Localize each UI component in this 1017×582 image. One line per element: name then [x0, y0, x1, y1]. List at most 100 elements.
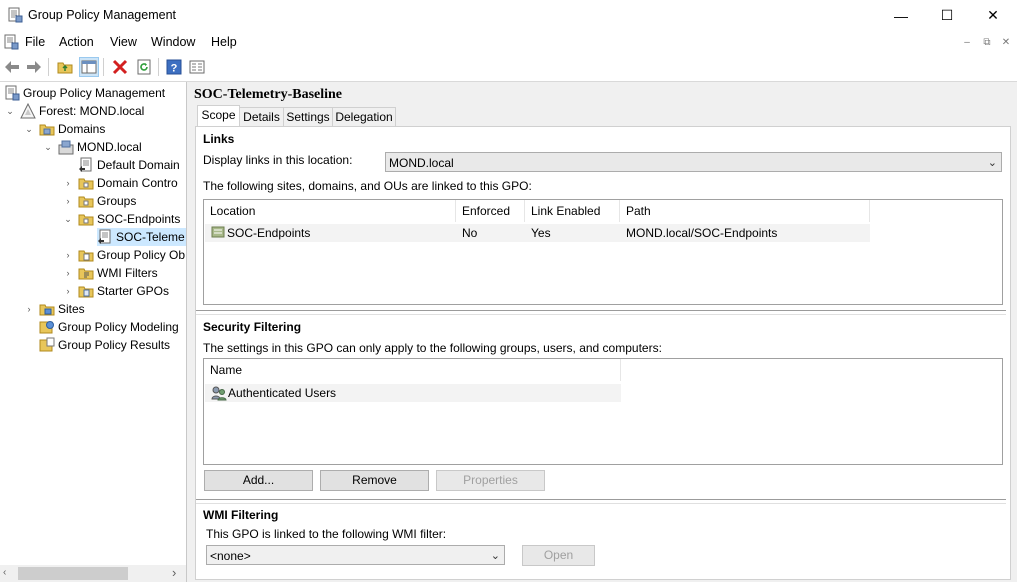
tree-item-default-domain[interactable]: Default Domain	[78, 156, 180, 174]
column-header-link-enabled[interactable]: Link Enabled	[525, 200, 620, 222]
tree-item-label: Group Policy Results	[58, 338, 171, 352]
chevron-right-icon[interactable]: ›	[62, 267, 74, 279]
toolbar-separator	[103, 58, 104, 76]
maximize-button[interactable]: ☐	[924, 0, 970, 31]
menu-window[interactable]: Window	[151, 35, 195, 49]
sites-icon	[39, 301, 55, 317]
tree-item-label: Groups	[97, 194, 137, 208]
linked-locations-label: The following sites, domains, and OUs ar…	[203, 179, 532, 193]
gpm-menu-icon[interactable]	[3, 34, 19, 50]
chevron-right-icon[interactable]: ›	[62, 249, 74, 261]
wmi-filter-combo[interactable]: <none> ⌄	[206, 545, 505, 565]
refresh-icon[interactable]	[134, 57, 154, 77]
tree-item-domains[interactable]: ⌄ Domains	[23, 120, 105, 138]
tree-item-label: Starter GPOs	[97, 284, 170, 298]
security-filtering-heading: Security Filtering	[203, 320, 302, 334]
tree-item-soc-endpoints[interactable]: ⌄ SOC-Endpoints	[62, 210, 180, 228]
help-icon[interactable]: ?	[164, 57, 184, 77]
tree-item-soc-telemetry[interactable]: SOC-Teleme	[97, 228, 186, 246]
console-tree: Group Policy Management ⌄ Forest: MOND.l…	[0, 82, 187, 582]
tree-item-gp-modeling[interactable]: Group Policy Modeling	[39, 318, 179, 336]
tree-item-mond-local[interactable]: ⌄ MOND.local	[42, 138, 142, 156]
chevron-right-icon[interactable]: ›	[62, 177, 74, 189]
delete-icon[interactable]	[110, 57, 130, 77]
chevron-right-icon[interactable]: ›	[62, 285, 74, 297]
tree-item-forest[interactable]: ⌄ Forest: MOND.local	[4, 102, 144, 120]
results-icon	[39, 337, 55, 353]
section-divider[interactable]	[196, 499, 1006, 504]
scroll-right-icon[interactable]: ›	[172, 565, 176, 580]
chevron-down-icon[interactable]: ⌄	[62, 213, 74, 225]
close-button[interactable]: ✕	[970, 0, 1016, 31]
tree-item-starter-gpos[interactable]: › Starter GPOs	[62, 282, 170, 300]
link-enabled-cell: Yes	[531, 226, 551, 240]
tree-item-label: SOC-Endpoints	[97, 212, 181, 226]
minimize-button[interactable]: —	[878, 0, 924, 31]
gpm-app-icon	[7, 7, 23, 23]
column-header-name[interactable]: Name	[204, 359, 621, 381]
gpo-link-icon	[78, 157, 94, 173]
up-folder-icon[interactable]	[55, 57, 75, 77]
tree-item-label: Default Domain	[97, 158, 180, 172]
column-header-path[interactable]: Path	[620, 200, 870, 222]
forward-arrow-icon[interactable]	[24, 57, 44, 77]
chevron-down-icon[interactable]: ⌄	[42, 141, 54, 153]
wmi-filtering-description: This GPO is linked to the following WMI …	[206, 527, 447, 541]
mdi-restore-button[interactable]: ⧉	[978, 35, 996, 51]
column-header-enforced[interactable]: Enforced	[456, 200, 525, 222]
chevron-down-icon: ⌄	[987, 157, 997, 169]
tab-details[interactable]: Details	[239, 107, 284, 127]
tree-item-gpm-root[interactable]: Group Policy Management	[4, 84, 165, 102]
tab-settings[interactable]: Settings	[283, 107, 333, 127]
scroll-left-icon[interactable]: ‹	[3, 567, 6, 578]
toolbar-separator	[158, 58, 159, 76]
chevron-down-icon[interactable]: ⌄	[23, 123, 35, 135]
show-hide-tree-icon[interactable]	[79, 57, 99, 77]
tree-item-label: Domains	[58, 122, 106, 136]
menu-action[interactable]: Action	[59, 35, 94, 49]
modeling-icon	[39, 319, 55, 335]
domains-folder-icon	[39, 121, 55, 137]
security-filtering-list[interactable]: Name Authenticated Users	[203, 358, 1003, 465]
table-row[interactable]: SOC-Endpoints No Yes MOND.local/SOC-Endp…	[205, 224, 870, 242]
scrollbar-thumb[interactable]	[18, 567, 128, 580]
tree-item-wmi-filters[interactable]: › WMI Filters	[62, 264, 158, 282]
tree-item-groups[interactable]: › Groups	[62, 192, 137, 210]
tree-item-gp-results[interactable]: Group Policy Results	[39, 336, 170, 354]
menu-help[interactable]: Help	[211, 35, 237, 49]
remove-button[interactable]: Remove	[320, 470, 429, 491]
wmi-folder-icon	[78, 265, 94, 281]
add-button[interactable]: Add...	[204, 470, 313, 491]
properties-button[interactable]: Properties	[436, 470, 545, 491]
tree-horizontal-scrollbar[interactable]: ‹ ›	[0, 565, 186, 582]
mdi-close-button[interactable]: ✕	[997, 35, 1015, 51]
gpo-folder-icon	[78, 247, 94, 263]
wmi-filtering-heading: WMI Filtering	[203, 508, 279, 522]
table-row[interactable]: Authenticated Users	[205, 384, 621, 402]
display-links-combo[interactable]: MOND.local ⌄	[385, 152, 1002, 172]
open-wmi-button[interactable]: Open	[522, 545, 595, 566]
tab-delegation[interactable]: Delegation	[332, 107, 396, 127]
users-group-icon	[211, 385, 227, 401]
tree-item-label: Domain Contro	[97, 176, 178, 190]
tree-item-domain-controllers[interactable]: › Domain Contro	[62, 174, 178, 192]
toolbar-separator	[48, 58, 49, 76]
tab-scope[interactable]: Scope	[197, 105, 240, 127]
chevron-right-icon[interactable]: ›	[23, 303, 35, 315]
display-links-value: MOND.local	[389, 156, 454, 170]
section-divider[interactable]	[196, 310, 1006, 315]
chevron-right-icon[interactable]: ›	[62, 195, 74, 207]
back-arrow-icon[interactable]	[2, 57, 22, 77]
mdi-minimize-button[interactable]: –	[958, 35, 976, 51]
menu-view[interactable]: View	[110, 35, 137, 49]
tree-item-sites[interactable]: › Sites	[23, 300, 85, 318]
column-header-location[interactable]: Location	[204, 200, 456, 222]
title-bar: Group Policy Management — ☐ ✕	[0, 0, 1017, 31]
display-links-label: Display links in this location:	[203, 153, 353, 167]
tree-item-group-policy-objects[interactable]: › Group Policy Ob	[62, 246, 186, 264]
menu-file[interactable]: File	[25, 35, 45, 49]
security-principal-cell: Authenticated Users	[228, 386, 337, 400]
chevron-down-icon[interactable]: ⌄	[4, 105, 16, 117]
properties-icon[interactable]	[187, 57, 207, 77]
links-list[interactable]: Location Enforced Link Enabled Path SOC-…	[203, 199, 1003, 305]
